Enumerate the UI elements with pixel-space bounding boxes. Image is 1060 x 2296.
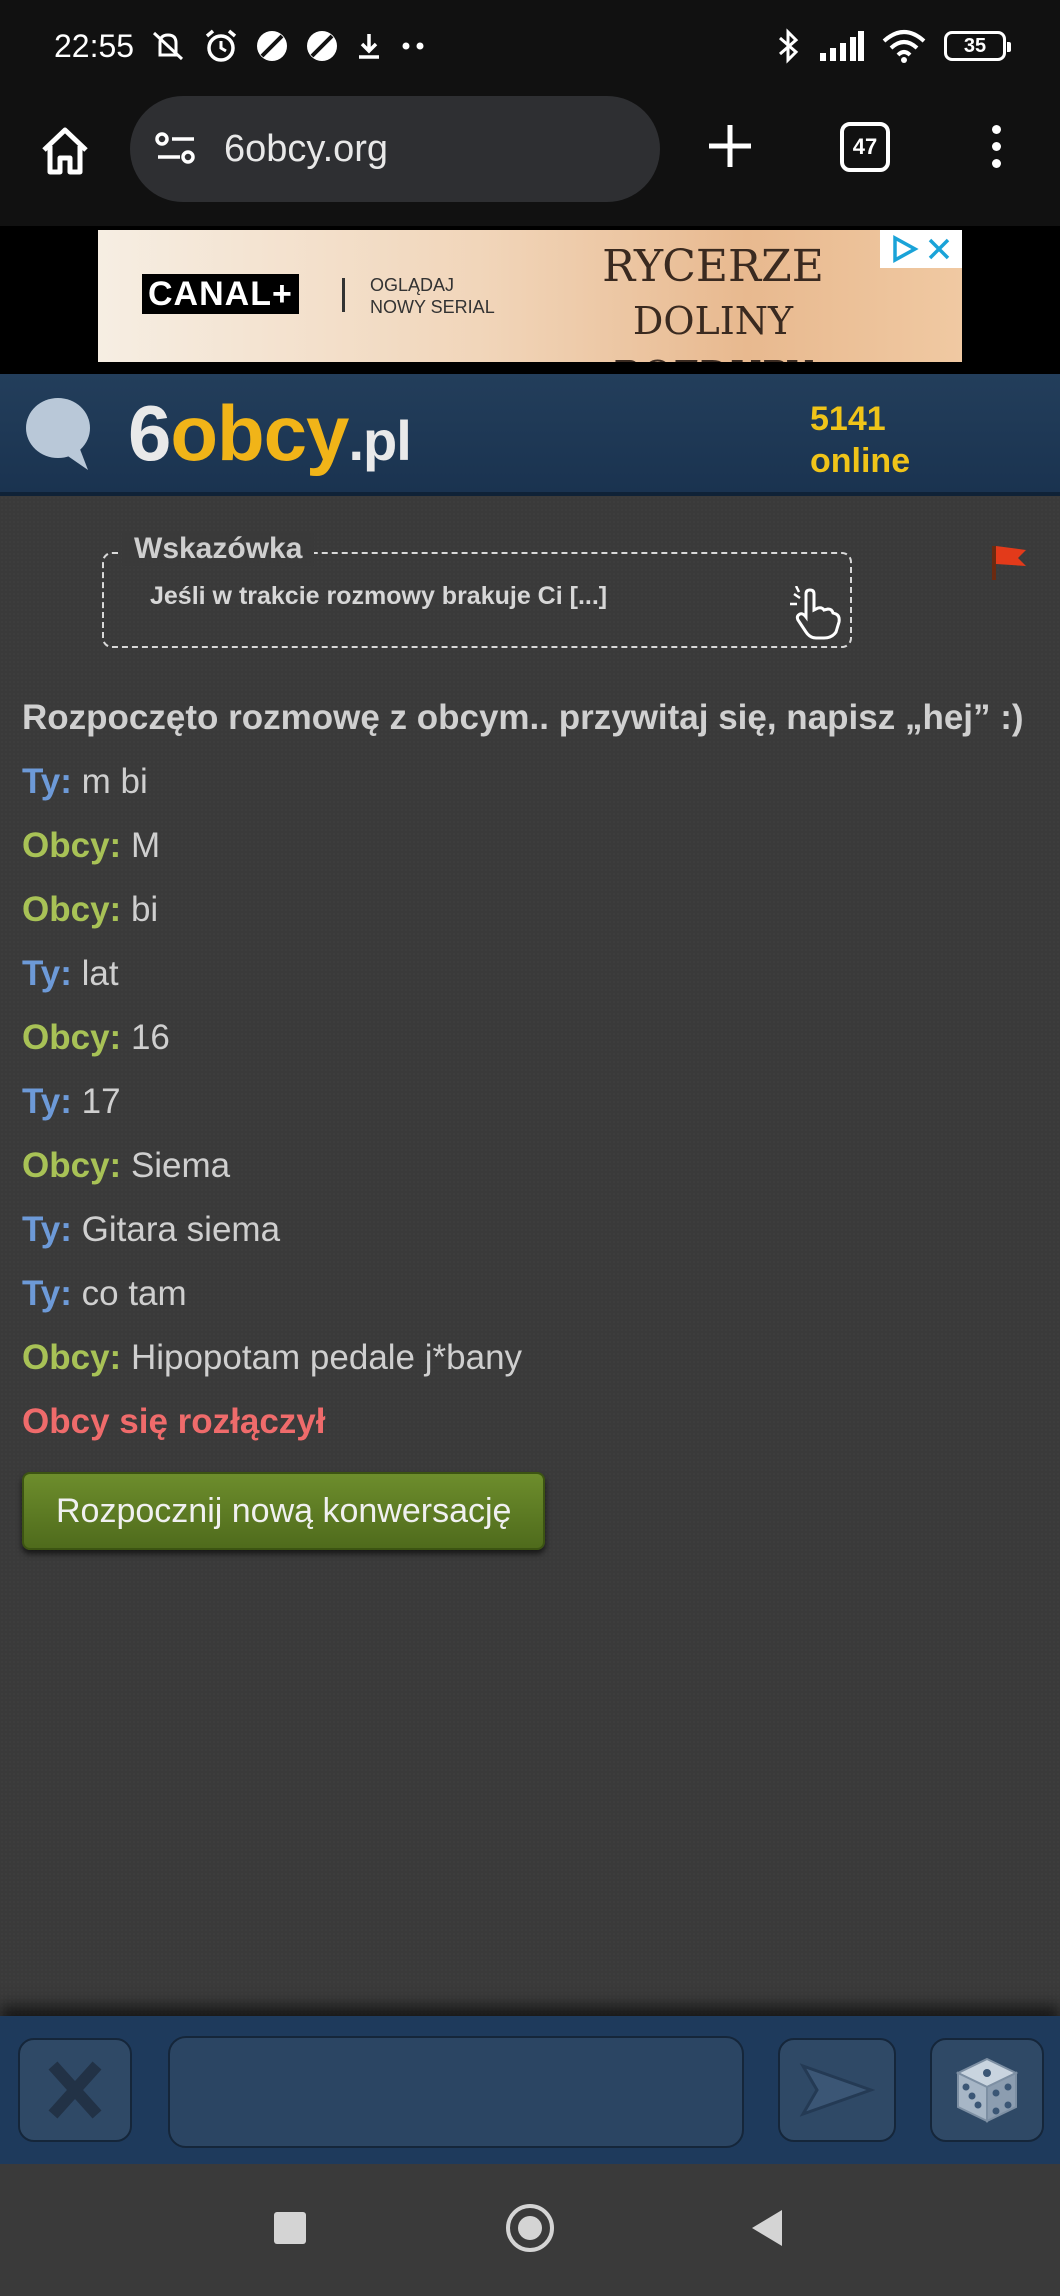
message-input[interactable]: [168, 2036, 744, 2148]
message-author: Ty:: [22, 954, 72, 993]
tab-switcher-button[interactable]: 47: [840, 122, 890, 172]
ad-subtitle-line1: OGLĄDAJ: [370, 275, 455, 295]
send-button[interactable]: [778, 2038, 896, 2142]
ad-banner[interactable]: CANAL+ OGLĄDAJ NOWY SERIAL RYCERZE DOLIN…: [98, 230, 962, 362]
battery-icon: 35: [944, 31, 1011, 61]
ad-subtitle-line2: NOWY SERIAL: [370, 297, 495, 317]
hint-box[interactable]: Wskazówka Jeśli w trakcie rozmowy brakuj…: [102, 532, 852, 648]
chat-area: Wskazówka Jeśli w trakcie rozmowy brakuj…: [0, 496, 1060, 2022]
address-bar[interactable]: 6obcy.org: [130, 96, 660, 202]
back-button[interactable]: [752, 2210, 782, 2246]
chat-message: Ty: lat: [22, 942, 1032, 1006]
chat-message: Obcy: 16: [22, 1006, 1032, 1070]
chat-message: Ty: m bi: [22, 750, 1032, 814]
status-bar: 22:55 35: [0, 0, 1060, 92]
chat-bubble-icon: [26, 398, 90, 470]
message-text: bi: [130, 890, 159, 929]
dice-icon: [955, 2057, 1019, 2123]
message-author: Obcy:: [22, 1018, 122, 1057]
chat-message: Ty: 17: [22, 1070, 1032, 1134]
new-conversation-button[interactable]: Rozpocznij nową konwersację: [22, 1472, 546, 1550]
online-counter: 5141 online: [810, 398, 910, 482]
circle-slash-icon: [254, 28, 290, 64]
message-text: Hipopotam pedale j*bany: [130, 1338, 523, 1377]
ad-brand-logo: CANAL+: [142, 274, 299, 314]
adchoices-icon[interactable]: [889, 234, 919, 264]
close-ad-icon[interactable]: [925, 235, 953, 263]
x-icon: [48, 2061, 102, 2119]
home-button[interactable]: [36, 122, 94, 180]
site-settings-icon[interactable]: [154, 129, 198, 169]
random-topic-button[interactable]: [930, 2038, 1044, 2142]
home-icon: [42, 127, 88, 175]
message-author: Ty:: [22, 1274, 72, 1313]
ad-controls: [880, 230, 962, 268]
online-count: 5141: [810, 400, 886, 438]
circle-slash-icon: [304, 28, 340, 64]
chat-message: Obcy: M: [22, 814, 1032, 878]
hint-text: Jeśli w trakcie rozmowy brakuje Ci [...]: [150, 582, 608, 610]
message-text: m bi: [81, 762, 148, 801]
browser-menu-button[interactable]: [976, 114, 1016, 178]
message-author: Obcy:: [22, 1146, 122, 1185]
tap-hand-icon: [790, 586, 841, 640]
status-time: 22:55: [54, 27, 135, 64]
more-dots-icon: [398, 41, 428, 51]
mute-icon: [148, 29, 188, 63]
message-input-bar: [0, 2016, 1060, 2164]
system-start-message: Rozpoczęto rozmowę z obcym.. przywitaj s…: [22, 698, 1024, 737]
signal-icon: [818, 31, 864, 61]
url-text[interactable]: 6obcy.org: [224, 128, 388, 171]
message-text: co tam: [81, 1274, 187, 1313]
message-text: 16: [130, 1018, 170, 1057]
logo-suffix: .pl: [348, 409, 411, 472]
chat-message: Obcy: bi: [22, 878, 1032, 942]
logo-highlight: obcy: [170, 389, 349, 477]
message-text: Gitara siema: [81, 1210, 281, 1249]
ad-title: RYCERZE DOLINY ROZDUPY: [538, 240, 888, 362]
site-logo[interactable]: 6obcy.pl: [128, 389, 412, 484]
message-text: 17: [81, 1082, 121, 1121]
chat-message: Obcy: Hipopotam pedale j*bany: [22, 1326, 1032, 1390]
home-nav-button[interactable]: [506, 2204, 554, 2252]
recents-button[interactable]: [274, 2212, 306, 2244]
ad-area: CANAL+ OGLĄDAJ NOWY SERIAL RYCERZE DOLIN…: [0, 226, 1060, 374]
message-author: Obcy:: [22, 826, 122, 865]
message-author: Ty:: [22, 1082, 72, 1121]
download-icon: [354, 30, 384, 62]
system-navigation-bar: [0, 2164, 1060, 2296]
online-label: online: [810, 442, 911, 480]
ad-subtitle: OGLĄDAJ NOWY SERIAL: [370, 274, 495, 318]
chat-message: Obcy: Siema: [22, 1134, 1032, 1198]
chat-message: Ty: co tam: [22, 1262, 1032, 1326]
disconnect-message: Obcy się rozłączył: [22, 1402, 326, 1441]
message-author: Obcy:: [22, 890, 122, 929]
ad-title-line2: DOLINY ROZDUPY: [613, 299, 812, 362]
plus-icon: [709, 125, 751, 167]
logo-prefix: 6: [128, 389, 171, 477]
site-header: 6obcy.pl 5141 online: [0, 374, 1060, 496]
report-flag-icon[interactable]: [988, 542, 1030, 582]
hint-legend: Wskazówka: [122, 532, 315, 566]
message-author: Ty:: [22, 1210, 72, 1249]
disconnect-button[interactable]: [18, 2038, 132, 2142]
ad-divider: [342, 278, 345, 312]
message-author: Obcy:: [22, 1338, 122, 1377]
message-text: Siema: [130, 1146, 231, 1185]
chat-log: Rozpoczęto rozmowę z obcym.. przywitaj s…: [22, 692, 1032, 1550]
send-icon: [799, 2063, 875, 2117]
bluetooth-icon: [776, 28, 800, 64]
wifi-icon: [882, 29, 926, 63]
message-author: Ty:: [22, 762, 72, 801]
browser-toolbar: 6obcy.org 47: [0, 92, 1060, 226]
alarm-icon: [202, 27, 240, 65]
message-text: lat: [81, 954, 119, 993]
chat-message: Ty: Gitara siema: [22, 1198, 1032, 1262]
message-text: M: [130, 826, 161, 865]
ad-title-line1: RYCERZE: [602, 241, 824, 292]
new-tab-button[interactable]: [700, 116, 760, 176]
